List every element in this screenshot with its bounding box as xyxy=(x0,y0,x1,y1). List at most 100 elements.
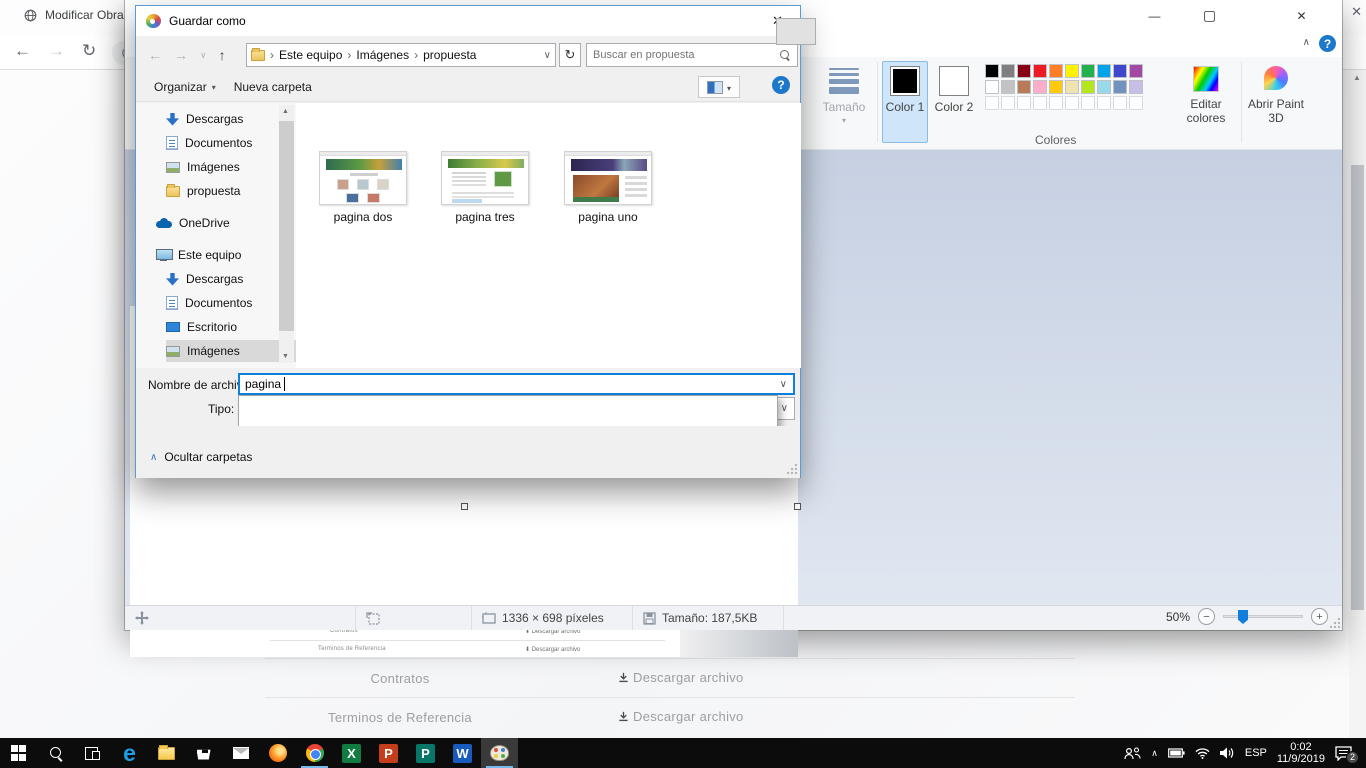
taskbar-file-explorer[interactable] xyxy=(148,738,185,768)
open-paint3d-button[interactable]: Abrir Paint 3D xyxy=(1247,60,1305,125)
taskbar-powerpoint[interactable]: P xyxy=(370,738,407,768)
filename-dropdown-icon[interactable]: ∨ xyxy=(780,379,787,390)
palette-swatch-empty[interactable] xyxy=(1129,96,1143,110)
sidebar-scrollbar[interactable]: ▲ ▼ xyxy=(279,105,294,363)
breadcrumb[interactable]: › Este equipo › Imágenes › propuesta ∨ xyxy=(246,43,556,67)
search-box[interactable] xyxy=(586,43,798,67)
view-mode-button[interactable]: ▾ xyxy=(698,76,740,98)
palette-swatch-empty[interactable] xyxy=(1065,96,1079,110)
palette-swatch-empty[interactable] xyxy=(985,96,999,110)
canvas-resize-handle-corner[interactable] xyxy=(794,503,801,510)
size-button[interactable]: Tamaño ▾ xyxy=(818,60,870,125)
action-center-button[interactable]: 2 xyxy=(1335,746,1352,761)
taskbar-edge[interactable]: e xyxy=(111,738,148,768)
palette-swatch[interactable] xyxy=(1097,64,1111,78)
edit-colors-button[interactable]: Editar colores xyxy=(1177,60,1235,125)
palette-swatch[interactable] xyxy=(1017,80,1031,94)
zoom-slider-thumb[interactable] xyxy=(1238,610,1248,624)
dialog-help-icon[interactable]: ? xyxy=(772,76,790,94)
taskbar-excel[interactable]: X xyxy=(333,738,370,768)
sidebar-scrollbar-thumb[interactable] xyxy=(279,121,294,331)
taskbar-word[interactable]: W xyxy=(444,738,481,768)
people-icon[interactable] xyxy=(1124,747,1141,760)
breadcrumb-item[interactable]: propuesta xyxy=(423,48,476,62)
browser-tab[interactable]: Modificar Obra/ xyxy=(24,8,127,22)
color1-button[interactable]: Color 1 xyxy=(882,61,928,143)
nav-history-icon[interactable]: ∨ xyxy=(200,50,207,61)
breadcrumb-item[interactable]: Este equipo xyxy=(279,48,342,62)
palette-swatch[interactable] xyxy=(1017,64,1031,78)
task-view-button[interactable] xyxy=(74,738,111,768)
zoom-in-button[interactable]: + xyxy=(1311,608,1328,625)
language-indicator[interactable]: ESP xyxy=(1245,747,1267,759)
file-item-pagina-dos[interactable]: pagina dos xyxy=(319,151,407,224)
taskbar-firefox[interactable] xyxy=(259,738,296,768)
browser-close-icon[interactable]: ✕ xyxy=(1351,4,1362,20)
hide-folders-button[interactable]: ∧ Ocultar carpetas xyxy=(150,450,252,464)
minimize-button[interactable]: — xyxy=(1132,0,1177,31)
taskbar-store[interactable] xyxy=(185,738,222,768)
zoom-slider[interactable] xyxy=(1223,615,1303,618)
palette-swatch[interactable] xyxy=(1081,64,1095,78)
browser-scrollbar[interactable]: ▲ xyxy=(1349,70,1366,738)
palette-swatch[interactable] xyxy=(1049,64,1063,78)
taskbar-paint[interactable] xyxy=(481,738,518,768)
scroll-down-icon[interactable]: ▼ xyxy=(282,353,289,360)
sidebar-item-este-equipo[interactable]: Este equipo xyxy=(156,244,296,266)
organize-button[interactable]: Organizar▾ xyxy=(154,80,216,94)
taskbar-search-button[interactable] xyxy=(37,738,74,768)
new-folder-button[interactable]: Nueva carpeta xyxy=(234,80,312,94)
palette-swatch-empty[interactable] xyxy=(1113,96,1127,110)
refresh-button[interactable]: ↻ xyxy=(559,43,581,67)
palette-swatch[interactable] xyxy=(1033,64,1047,78)
nav-forward-icon[interactable]: → xyxy=(174,47,188,63)
color2-button[interactable]: Color 2 xyxy=(931,61,977,143)
clock[interactable]: 0:02 11/9/2019 xyxy=(1277,741,1325,765)
palette-swatch[interactable] xyxy=(1113,80,1127,94)
scrollbar-thumb[interactable] xyxy=(1351,165,1364,610)
scrollbar-up-icon[interactable]: ▲ xyxy=(1353,73,1361,82)
sidebar-item-onedrive[interactable]: OneDrive xyxy=(156,212,296,234)
filename-input[interactable]: pagina ∨ xyxy=(238,373,795,395)
search-input[interactable] xyxy=(593,45,773,65)
palette-swatch[interactable] xyxy=(1081,80,1095,94)
palette-swatch[interactable] xyxy=(985,64,999,78)
palette-swatch[interactable] xyxy=(1033,80,1047,94)
palette-swatch[interactable] xyxy=(1065,80,1079,94)
palette-swatch[interactable] xyxy=(1097,80,1111,94)
page-download-link[interactable]: Descargar archivo xyxy=(618,670,744,685)
palette-swatch[interactable] xyxy=(1001,80,1015,94)
browser-refresh-icon[interactable]: ↻ xyxy=(82,41,96,61)
taskbar-publisher[interactable]: P xyxy=(407,738,444,768)
tray-expand-icon[interactable]: ∧ xyxy=(1151,748,1158,759)
palette-swatch-empty[interactable] xyxy=(1017,96,1031,110)
cancel-button-partial[interactable] xyxy=(776,18,816,45)
close-button[interactable]: ✕ xyxy=(1279,0,1324,31)
palette-swatch-empty[interactable] xyxy=(1049,96,1063,110)
palette-swatch[interactable] xyxy=(1001,64,1015,78)
collapse-ribbon-icon[interactable]: ∧ xyxy=(1303,37,1310,48)
palette-swatch-empty[interactable] xyxy=(1001,96,1015,110)
start-button[interactable] xyxy=(0,738,37,768)
palette-swatch[interactable] xyxy=(1065,64,1079,78)
palette-swatch-empty[interactable] xyxy=(1097,96,1111,110)
breadcrumb-item[interactable]: Imágenes xyxy=(356,48,409,62)
volume-icon[interactable] xyxy=(1220,747,1235,759)
palette-swatch[interactable] xyxy=(985,80,999,94)
paint-help-icon[interactable]: ? xyxy=(1319,35,1336,52)
nav-back-icon[interactable]: ← xyxy=(148,47,162,63)
wifi-icon[interactable] xyxy=(1195,748,1210,759)
zoom-out-button[interactable]: − xyxy=(1198,608,1215,625)
taskbar-mail[interactable] xyxy=(222,738,259,768)
file-item-pagina-uno[interactable]: pagina uno xyxy=(564,151,652,224)
nav-up-icon[interactable]: ↑ xyxy=(219,47,226,63)
palette-swatch[interactable] xyxy=(1049,80,1063,94)
file-item-pagina-tres[interactable]: pagina tres xyxy=(441,151,529,224)
dialog-resize-grip[interactable] xyxy=(787,464,797,474)
palette-swatch[interactable] xyxy=(1113,64,1127,78)
browser-back-icon[interactable]: ← xyxy=(14,41,31,61)
browser-forward-icon[interactable]: → xyxy=(48,41,65,61)
canvas-resize-handle-bottom[interactable] xyxy=(461,503,468,510)
battery-icon[interactable] xyxy=(1168,748,1185,758)
breadcrumb-dropdown-icon[interactable]: ∨ xyxy=(544,50,551,61)
